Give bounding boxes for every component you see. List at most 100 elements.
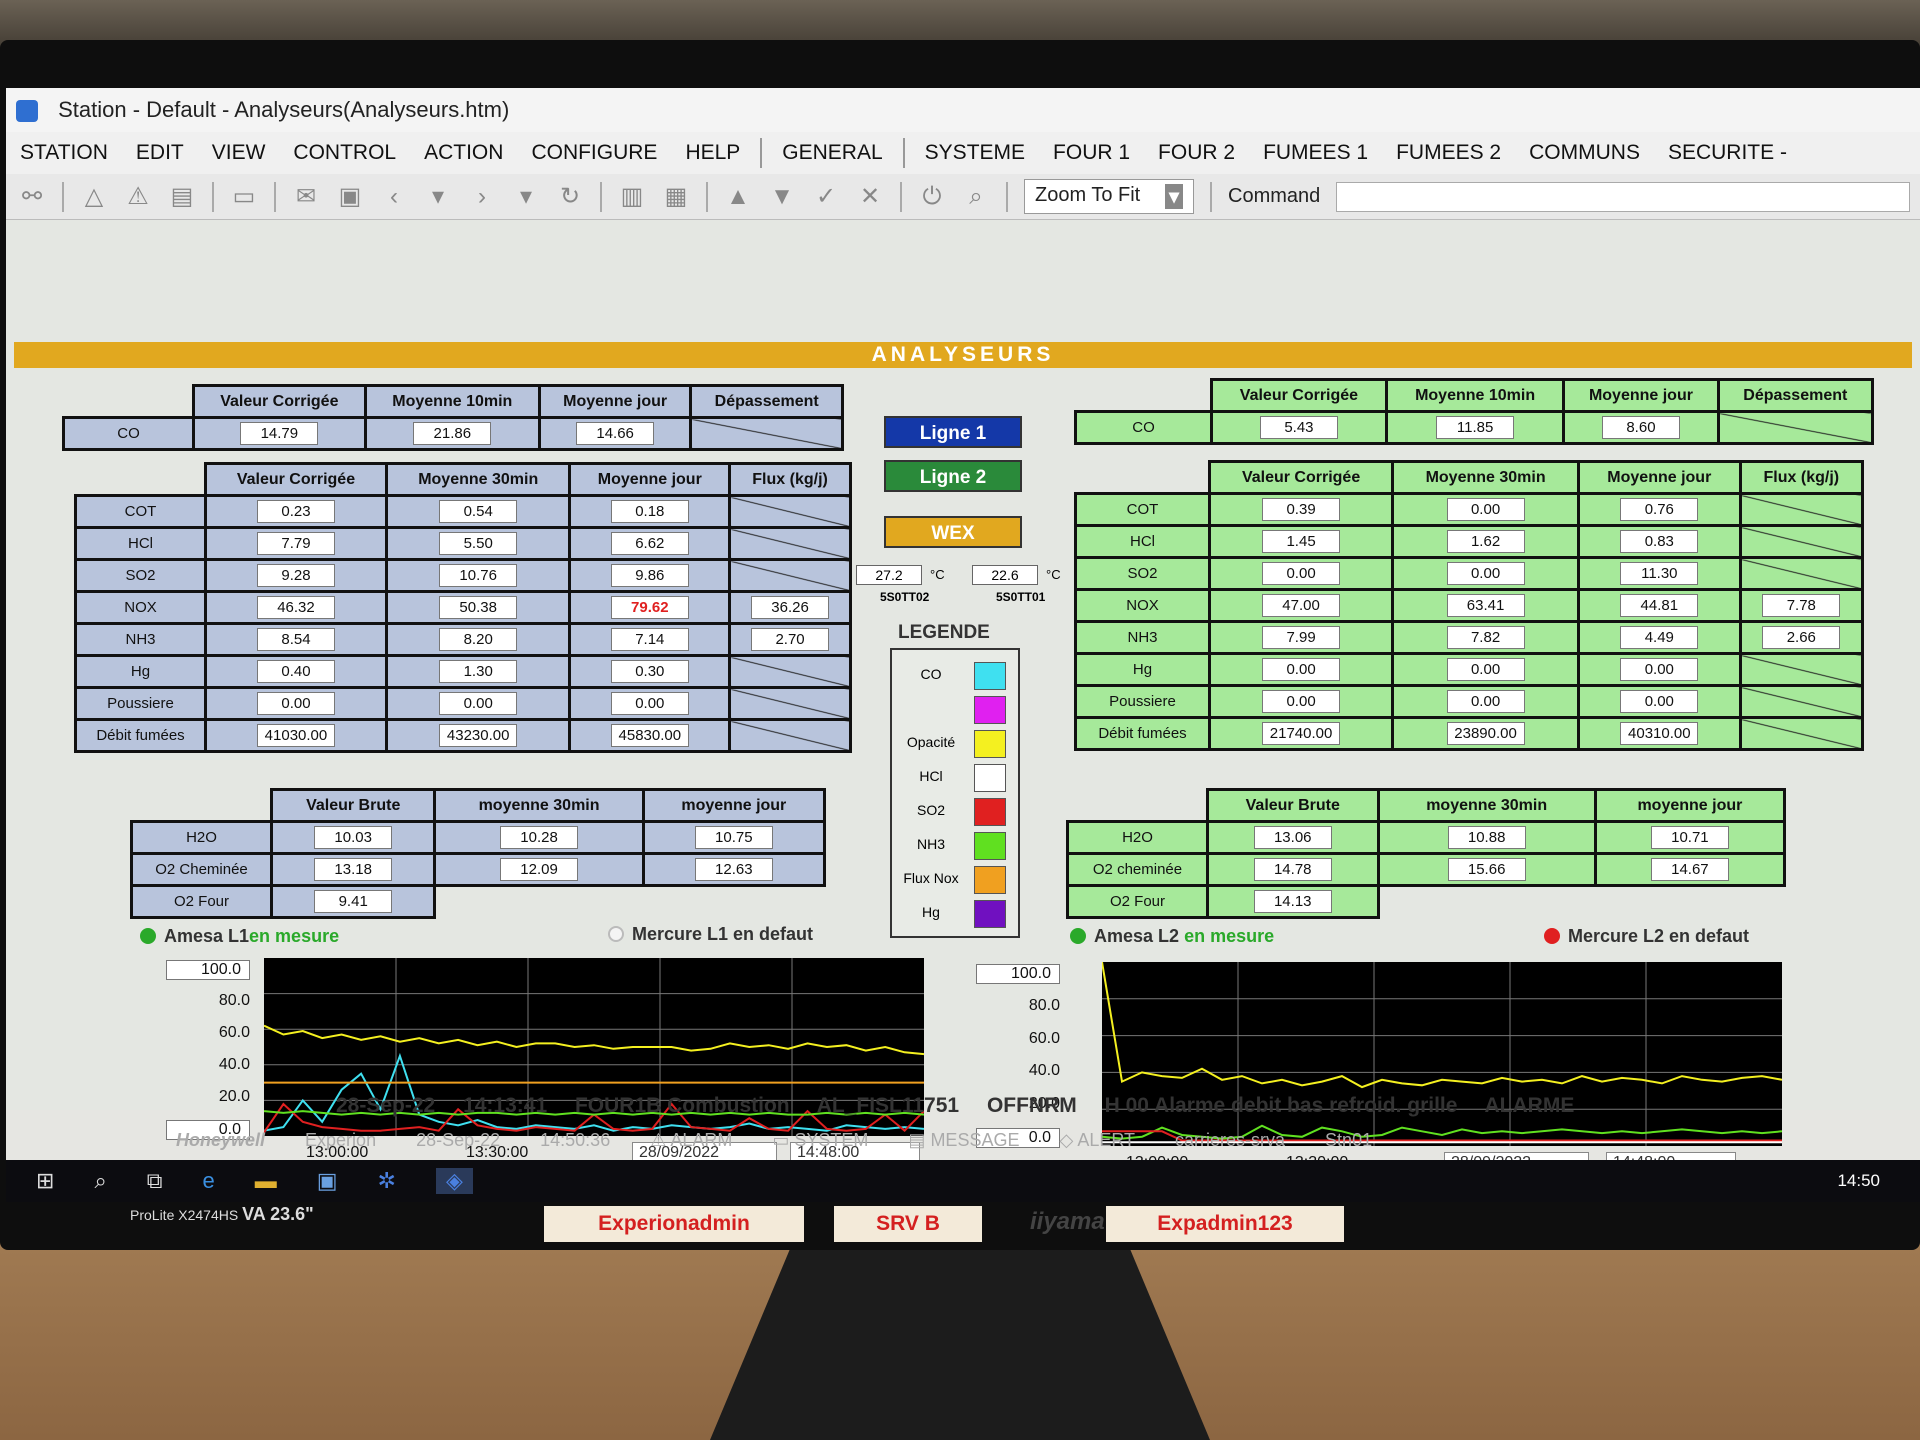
l2-m30[interactable]: 63.41 (1446, 594, 1525, 617)
l2-h2o-m30[interactable]: 10.88 (1447, 826, 1526, 849)
taskbar-clock[interactable]: 14:50 (1837, 1171, 1880, 1191)
menu-action[interactable]: ACTION (410, 141, 517, 165)
l1-co-vc[interactable]: 14.79 (240, 422, 319, 445)
l1-vc[interactable]: 0.40 (256, 660, 335, 683)
l1-vc[interactable]: 41030.00 (256, 724, 335, 747)
display-icon[interactable]: ▭ (230, 182, 258, 211)
l2-co-vc[interactable]: 5.43 (1259, 416, 1338, 439)
chart-2[interactable] (1101, 961, 1783, 1146)
alarm-summary-icon[interactable]: ⚠ (124, 182, 152, 211)
l1-m30[interactable]: 50.38 (439, 596, 518, 619)
l1-m30[interactable]: 5.50 (439, 532, 518, 555)
alarm-banner[interactable]: 28-Sep-22 14:13:41 FOUR1B Combustion AL_… (336, 1094, 1596, 1118)
l2-m30[interactable]: 0.00 (1446, 498, 1525, 521)
l2-vc[interactable]: 21740.00 (1262, 722, 1341, 745)
alarm-icon[interactable]: △ (80, 182, 108, 211)
ligne-1-button[interactable]: Ligne 1 (884, 416, 1022, 448)
forward-icon[interactable]: › (468, 183, 496, 211)
temp-1-value[interactable]: 27.2 (856, 565, 922, 585)
l2-mj[interactable]: 0.83 (1620, 530, 1699, 553)
l2-h2o-mj[interactable]: 14.67 (1650, 858, 1729, 881)
l2-mj[interactable]: 0.76 (1620, 498, 1699, 521)
l1-mj[interactable]: 6.62 (610, 532, 689, 555)
menu-four-2[interactable]: FOUR 2 (1144, 141, 1249, 165)
l2-mj[interactable]: 11.30 (1620, 562, 1699, 585)
l1-h2o-m30[interactable]: 12.09 (500, 858, 579, 881)
l1-m30[interactable]: 1.30 (439, 660, 518, 683)
l2-mj[interactable]: 44.81 (1620, 594, 1699, 617)
l1-m30[interactable]: 8.20 (439, 628, 518, 651)
l2-vc[interactable]: 0.00 (1262, 562, 1341, 585)
status-message[interactable]: ▤ MESSAGE (908, 1130, 1019, 1156)
menu-securite[interactable]: SECURITE - (1654, 141, 1801, 165)
l2-h2o-mj[interactable]: 10.71 (1650, 826, 1729, 849)
l2-mj[interactable]: 0.00 (1620, 658, 1699, 681)
menu-view[interactable]: VIEW (198, 141, 280, 165)
network-icon[interactable]: ⚯ (18, 182, 46, 211)
raise-icon[interactable]: ▲ (724, 183, 752, 211)
l1-h2o-vb[interactable]: 9.41 (314, 890, 393, 913)
l2-m30[interactable]: 7.82 (1446, 626, 1525, 649)
lower-icon[interactable]: ▼ (768, 183, 796, 211)
search-icon[interactable]: ⌕ (962, 183, 990, 211)
l1-m30[interactable]: 43230.00 (439, 724, 518, 747)
l1-vc[interactable]: 7.79 (256, 532, 335, 555)
menu-configure[interactable]: CONFIGURE (517, 141, 671, 165)
l2-flux[interactable]: 2.66 (1762, 626, 1841, 649)
l2-mj[interactable]: 0.00 (1620, 690, 1699, 713)
l2-h2o-m30[interactable]: 15.66 (1447, 858, 1526, 881)
l1-vc[interactable]: 0.00 (256, 692, 335, 715)
refresh-icon[interactable]: ↻ (556, 182, 584, 211)
zoom-select[interactable]: Zoom To Fit ▾ (1024, 179, 1194, 214)
l2-h2o-vb[interactable]: 13.06 (1253, 826, 1332, 849)
ligne-2-button[interactable]: Ligne 2 (884, 460, 1022, 492)
menu-station[interactable]: STATION (6, 141, 122, 165)
menu-systeme[interactable]: SYSTEME (911, 141, 1039, 165)
l2-h2o-vb[interactable]: 14.78 (1253, 858, 1332, 881)
chevron-down-icon[interactable]: ▾ (1164, 184, 1183, 209)
report-icon[interactable]: ▣ (336, 182, 364, 211)
cancel-icon[interactable]: ✕ (856, 182, 884, 211)
l1-h2o-vb[interactable]: 13.18 (314, 858, 393, 881)
l1-vc[interactable]: 46.32 (256, 596, 335, 619)
temp-2-value[interactable]: 22.6 (972, 565, 1038, 585)
l2-m30[interactable]: 0.00 (1446, 562, 1525, 585)
group-icon[interactable]: ▦ (662, 182, 690, 211)
l2-mj[interactable]: 4.49 (1620, 626, 1699, 649)
l2-flux[interactable]: 7.78 (1762, 594, 1841, 617)
status-alarm[interactable]: ⚠ ALARM (650, 1130, 732, 1156)
l1-m30[interactable]: 0.00 (439, 692, 518, 715)
event-list-icon[interactable]: ▤ (168, 182, 196, 211)
edge-browser-icon[interactable]: e (202, 1168, 214, 1194)
menu-communs[interactable]: COMMUNS (1515, 141, 1654, 165)
back-dropdown-icon[interactable]: ▾ (424, 182, 452, 211)
l2-vc[interactable]: 47.00 (1262, 594, 1341, 617)
l2-vc[interactable]: 0.00 (1262, 690, 1341, 713)
l2-mj[interactable]: 40310.00 (1620, 722, 1699, 745)
l1-vc[interactable]: 0.23 (256, 500, 335, 523)
l2-co-m10[interactable]: 11.85 (1436, 416, 1515, 439)
task-view-icon[interactable]: ⧉ (147, 1168, 163, 1194)
l2-h2o-vb[interactable]: 14.13 (1253, 890, 1332, 913)
menu-four-1[interactable]: FOUR 1 (1039, 141, 1144, 165)
l2-m30[interactable]: 1.62 (1446, 530, 1525, 553)
l2-vc[interactable]: 0.00 (1262, 658, 1341, 681)
menu-fumees-2[interactable]: FUMEES 2 (1382, 141, 1515, 165)
status-alert[interactable]: ◇ ALERT (1059, 1130, 1135, 1156)
menu-help[interactable]: HELP (671, 141, 754, 165)
l1-mj[interactable]: 79.62 (610, 596, 689, 619)
forward-dropdown-icon[interactable]: ▾ (512, 182, 540, 211)
l2-co-mj[interactable]: 8.60 (1601, 416, 1680, 439)
menu-fumees-1[interactable]: FUMEES 1 (1249, 141, 1382, 165)
search-icon[interactable]: ⌕ (94, 1168, 106, 1194)
l1-mj[interactable]: 9.86 (610, 564, 689, 587)
message-icon[interactable]: ✉ (292, 182, 320, 211)
station-task-icon[interactable]: ◈ (435, 1168, 473, 1194)
l1-m30[interactable]: 10.76 (439, 564, 518, 587)
file-explorer-icon[interactable]: ▬ (255, 1168, 277, 1194)
l1-mj[interactable]: 7.14 (610, 628, 689, 651)
l2-vc[interactable]: 1.45 (1262, 530, 1341, 553)
l1-h2o-mj[interactable]: 10.75 (694, 826, 773, 849)
app-icon[interactable]: ▣ (317, 1168, 338, 1194)
trend-icon[interactable]: ▥ (618, 182, 646, 211)
